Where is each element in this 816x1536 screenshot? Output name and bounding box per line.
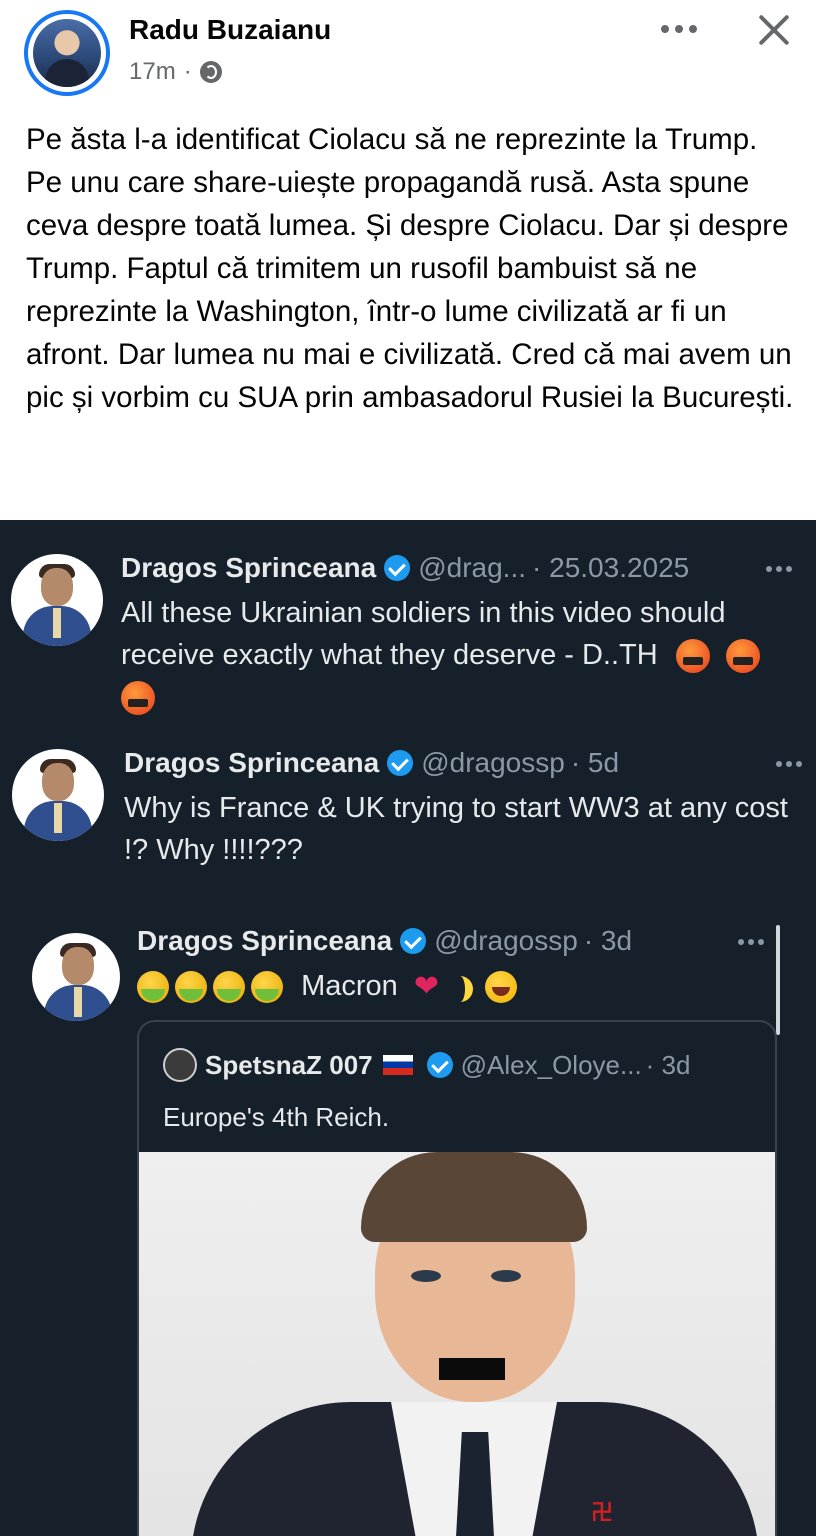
angry-face-icon xyxy=(121,681,155,716)
tweet-header: Dragos Sprinceana @dragossp · 3d xyxy=(137,925,632,957)
quote-header: SpetsnaZ 007 @Alex_Oloye... · 3d xyxy=(163,1048,690,1082)
more-icon[interactable] xyxy=(655,22,703,36)
quoted-tweet[interactable]: SpetsnaZ 007 @Alex_Oloye... · 3d Europe'… xyxy=(137,1020,777,1536)
tweet-header: Dragos Sprinceana @drag... · 25.03.2025 xyxy=(121,552,689,584)
tweet-text: Macron xyxy=(301,970,398,1002)
nauseated-face-icon xyxy=(175,971,207,1004)
tweet-text: All these Ukrainian soldiers in this vid… xyxy=(121,597,726,671)
quote-handle: @Alex_Oloye... xyxy=(460,1049,642,1080)
post-header: Radu Buzaianu 17m · xyxy=(0,0,816,110)
lapel-badge-icon: 卍 xyxy=(591,1500,614,1525)
tweet-author: Dragos Sprinceana xyxy=(121,552,377,583)
tweet-date: · 25.03.2025 xyxy=(532,552,690,583)
laughing-face-icon xyxy=(485,971,518,1004)
meta-separator: · xyxy=(183,58,192,85)
author-name[interactable]: Radu Buzaianu xyxy=(129,14,331,46)
heart-icon: ❤ xyxy=(413,970,439,1004)
tweet-1: Dragos Sprinceana @drag... · 25.03.2025 … xyxy=(0,520,816,725)
quote-avatar xyxy=(163,1048,197,1082)
angry-face-icon xyxy=(675,639,710,674)
verified-icon xyxy=(426,1052,453,1078)
nauseated-face-icon xyxy=(137,971,169,1004)
post-meta: 17m · xyxy=(129,58,222,86)
scrollbar[interactable] xyxy=(776,925,780,1035)
nauseated-face-icon xyxy=(251,971,283,1004)
post-time[interactable]: 17m xyxy=(129,58,176,86)
tweet-text: Why is France & UK trying to start WW3 a… xyxy=(124,792,788,866)
author-avatar[interactable] xyxy=(24,10,110,96)
quote-text: Europe's 4th Reich. xyxy=(163,1102,390,1132)
tweet-date: · 5d xyxy=(570,747,620,778)
verified-icon xyxy=(400,928,427,954)
tweet-handle: @dragossp xyxy=(434,925,578,956)
tweet-avatar xyxy=(32,933,120,1021)
tweet-handle: @dragossp xyxy=(421,747,565,778)
angry-face-icon xyxy=(725,639,760,674)
verified-icon xyxy=(384,555,411,581)
globe-icon xyxy=(199,61,222,83)
more-icon xyxy=(738,937,770,947)
tweet-author: Dragos Sprinceana xyxy=(137,925,393,956)
nauseated-face-icon xyxy=(213,971,245,1004)
tweet-text-wrap: All these Ukrainian soldiers in this vid… xyxy=(121,592,791,718)
banana-icon xyxy=(447,972,477,1003)
tweet-avatar xyxy=(12,749,104,841)
quote-author: SpetsnaZ 007 xyxy=(205,1049,373,1080)
russia-flag-icon xyxy=(382,1055,413,1075)
more-icon xyxy=(766,564,798,574)
close-icon[interactable] xyxy=(752,8,796,52)
tweet-date: · 3d xyxy=(583,925,633,956)
tweet-text-wrap: Macron ❤ xyxy=(137,965,757,1008)
quote-date: · 3d xyxy=(645,1049,691,1080)
tweet-handle: @drag... xyxy=(418,552,527,583)
embedded-screenshot: Dragos Sprinceana @drag... · 25.03.2025 … xyxy=(0,520,816,1536)
post-text: Pe ăsta l-a identificat Ciolacu să ne re… xyxy=(26,123,794,414)
tweet-avatar xyxy=(11,554,103,646)
tweet-2: Dragos Sprinceana @dragossp · 5d Why is … xyxy=(0,725,816,905)
tweet-author: Dragos Sprinceana xyxy=(124,747,380,778)
more-icon xyxy=(776,759,808,769)
tweet-header: Dragos Sprinceana @dragossp · 5d xyxy=(124,747,619,779)
quote-photo[interactable]: 卍 xyxy=(139,1152,775,1536)
verified-icon xyxy=(387,750,414,776)
